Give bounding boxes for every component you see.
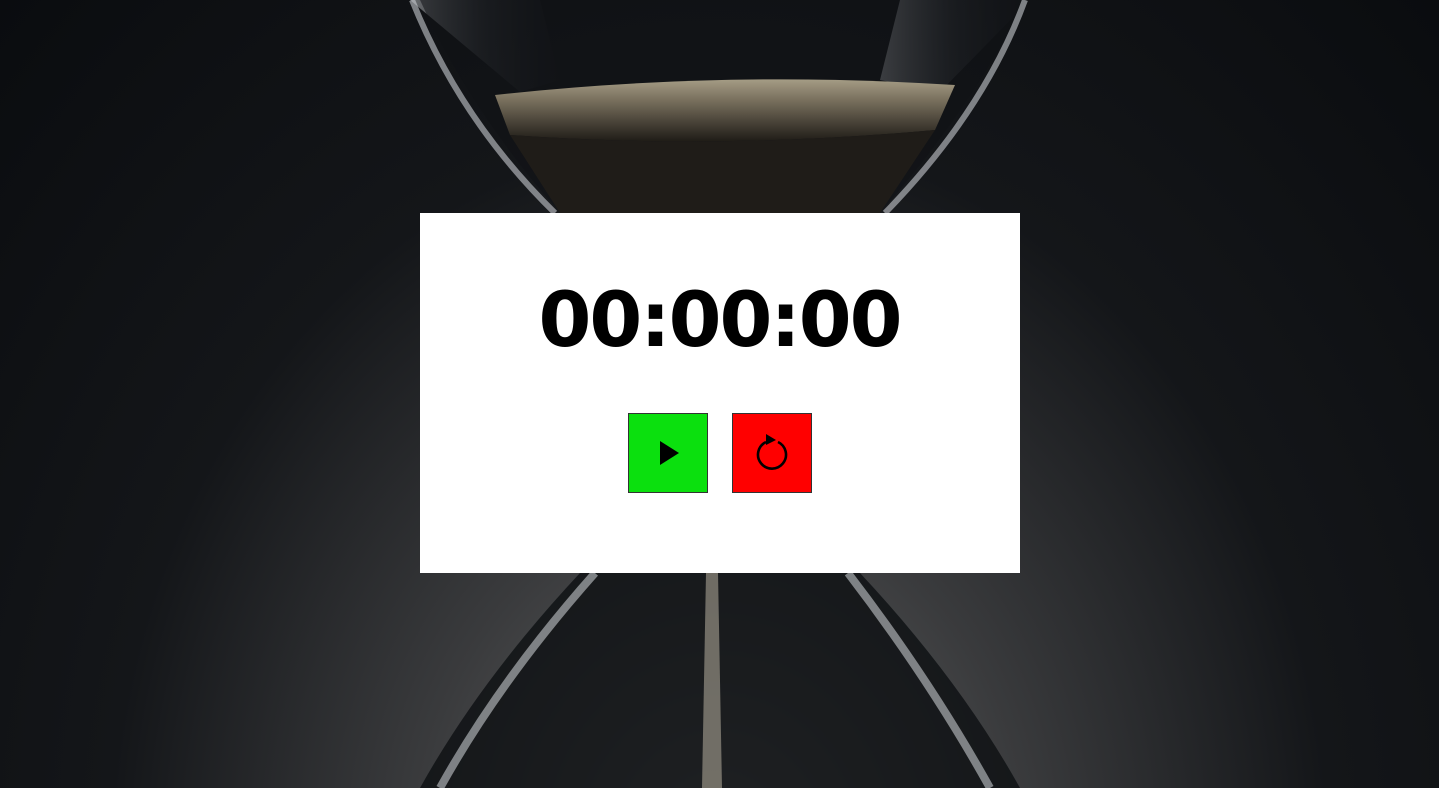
timer-card (420, 213, 1020, 573)
start-button[interactable] (628, 413, 708, 493)
reset-button[interactable] (732, 413, 812, 493)
reset-icon (756, 434, 788, 470)
play-icon (660, 441, 679, 465)
timer-display: 00:00:00 (538, 275, 902, 364)
